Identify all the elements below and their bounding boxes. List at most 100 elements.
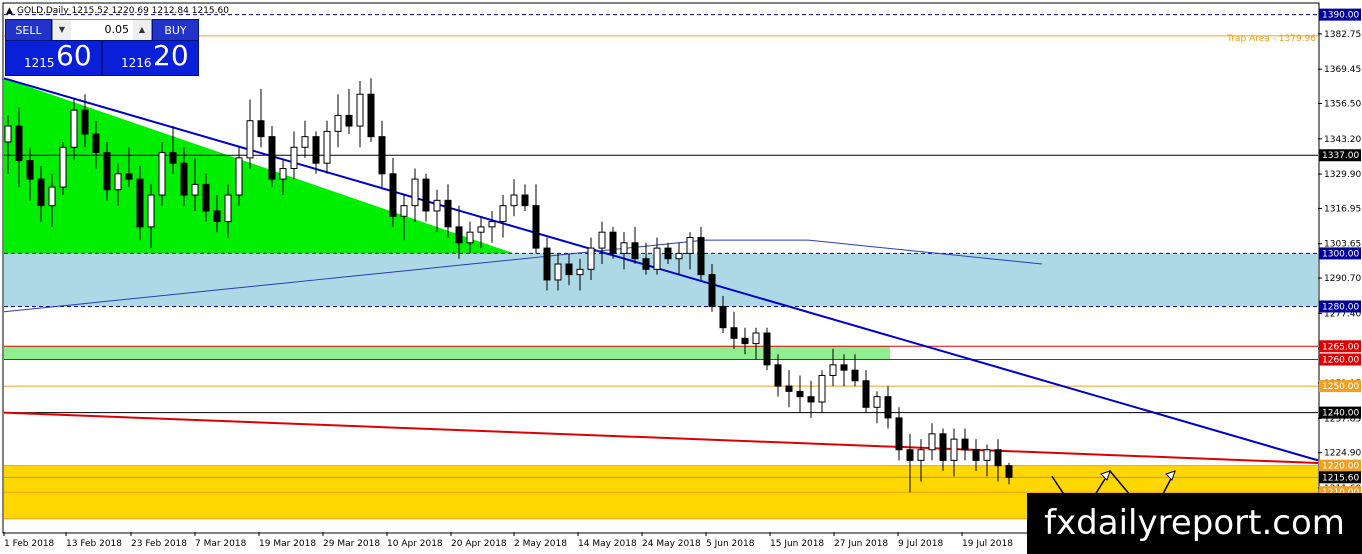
candle-body: [730, 327, 738, 339]
candle-body: [499, 205, 507, 223]
date-label: 1 Feb 2018: [4, 539, 55, 549]
candle-body: [576, 268, 584, 276]
candle-body: [312, 136, 320, 164]
candle-body: [48, 186, 56, 207]
candle-body: [422, 178, 430, 212]
date-label: 19 Jul 2018: [962, 539, 1013, 549]
candle-body: [158, 152, 166, 196]
date-label: 10 Apr 2018: [387, 539, 443, 549]
candle-body: [884, 396, 892, 419]
candle-body: [972, 449, 980, 461]
one-click-trading-panel: SELL ▼ 0.05 ▲ BUY 1215 60 1216 20: [5, 19, 199, 76]
candle-body: [136, 178, 144, 228]
candle-body: [939, 433, 947, 461]
candle-body: [147, 194, 155, 228]
candle-body: [466, 231, 474, 244]
candle-body: [488, 221, 496, 228]
candle-body: [26, 160, 34, 180]
candle-body: [928, 433, 936, 451]
candle-body: [279, 168, 287, 180]
lot-size-stepper[interactable]: ▼ 0.05 ▲: [52, 19, 152, 41]
candle-body: [895, 417, 903, 451]
candle-body: [686, 236, 694, 254]
candle-body: [609, 231, 617, 254]
candle-body: [114, 173, 122, 191]
date-label: 19 Mar 2018: [259, 539, 316, 549]
chevron-up-icon[interactable]: ▲: [133, 20, 151, 40]
candle-body: [477, 226, 485, 233]
candle-body: [543, 247, 551, 281]
candle-body: [290, 146, 298, 170]
price-level-tag-label: 1280.00: [1322, 302, 1359, 312]
buy-price-small: 1216: [121, 56, 152, 70]
chevron-down-icon[interactable]: ▼: [53, 20, 71, 40]
price-chart[interactable]: 1382.75 1369.45 1356.50 1343.20 1329.90 1316.…: [0, 0, 1362, 554]
sell-price-small: 1215: [24, 56, 55, 70]
price-level-tag-label: 1250.00: [1322, 382, 1359, 392]
candle-body: [4, 125, 12, 143]
candle-body: [389, 173, 397, 217]
buy-price[interactable]: 1216 20: [102, 39, 199, 76]
chart-title: GOLD,Daily 1215.52 1220.69 1212.84 1215.…: [17, 6, 229, 16]
price-level-tag-label: 1337.00: [1322, 151, 1359, 161]
date-label: 23 Feb 2018: [131, 539, 187, 549]
date-label: 2 May 2018: [514, 539, 567, 549]
candle-body: [741, 337, 749, 345]
date-label: 5 Jun 2018: [706, 539, 755, 549]
candle-body: [202, 183, 210, 212]
candle-body: [103, 152, 111, 191]
candle-body: [378, 136, 386, 175]
candle-body: [950, 438, 958, 461]
candle-body: [983, 449, 991, 461]
price-level-tag-label: 1240.00: [1322, 409, 1359, 419]
candle-body: [15, 125, 23, 162]
candle-body: [994, 449, 1002, 467]
watermark: fxdailyreport.com: [1027, 493, 1362, 554]
sell-price-big: 60: [56, 39, 92, 72]
candle-body: [191, 183, 199, 196]
candle-body: [169, 152, 177, 164]
time-axis: 1 Feb 2018 13 Feb 2018 23 Feb 2018 7 Mar 20…: [3, 532, 1013, 549]
candle-body: [675, 252, 683, 260]
candle-body: [1005, 465, 1013, 478]
date-label: 9 Jul 2018: [898, 539, 943, 549]
sell-price[interactable]: 1215 60: [5, 39, 102, 76]
candle-body: [334, 114, 342, 132]
price-level-tag-label: 1220.00: [1322, 462, 1359, 472]
buy-button[interactable]: BUY: [152, 19, 199, 41]
candle-body: [433, 199, 441, 212]
candle-body: [906, 449, 914, 461]
candle-body: [796, 390, 804, 398]
candle-body: [125, 173, 133, 180]
date-label: 14 May 2018: [578, 539, 637, 549]
candle-body: [224, 194, 232, 223]
candle-body: [455, 226, 463, 244]
candle-body: [829, 364, 837, 376]
candle-body: [961, 438, 969, 451]
candle-body: [213, 210, 221, 223]
candle-body: [510, 194, 518, 207]
candle-body: [70, 109, 78, 148]
candle-body: [246, 120, 254, 159]
price-level-tag-label: 1215.60: [1322, 473, 1359, 483]
price-tick-label: 1343.20: [1324, 135, 1361, 145]
sell-button[interactable]: SELL: [5, 19, 52, 41]
date-label: 27 Jun 2018: [834, 539, 888, 549]
candle-body: [92, 133, 100, 154]
price-tick-label: 1382.75: [1324, 30, 1361, 40]
candle-body: [774, 364, 782, 387]
price-level-tag-label: 1265.00: [1322, 342, 1359, 352]
candle-body: [235, 157, 243, 196]
candle-body: [180, 162, 188, 196]
light-green-zone: [4, 346, 890, 360]
date-label: 15 Jun 2018: [770, 539, 824, 549]
candle-body: [598, 231, 606, 249]
symbol-icon: ▲: [6, 6, 13, 16]
candle-body: [697, 236, 705, 276]
chart-header: ▲ GOLD,Daily 1215.52 1220.69 1212.84 121…: [6, 6, 229, 16]
candle-body: [587, 247, 595, 270]
price-tick-label: 1356.50: [1324, 99, 1361, 109]
candle-body: [367, 93, 375, 138]
lot-size-value[interactable]: 0.05: [73, 20, 131, 40]
price-tick-label: 1290.70: [1324, 274, 1361, 284]
